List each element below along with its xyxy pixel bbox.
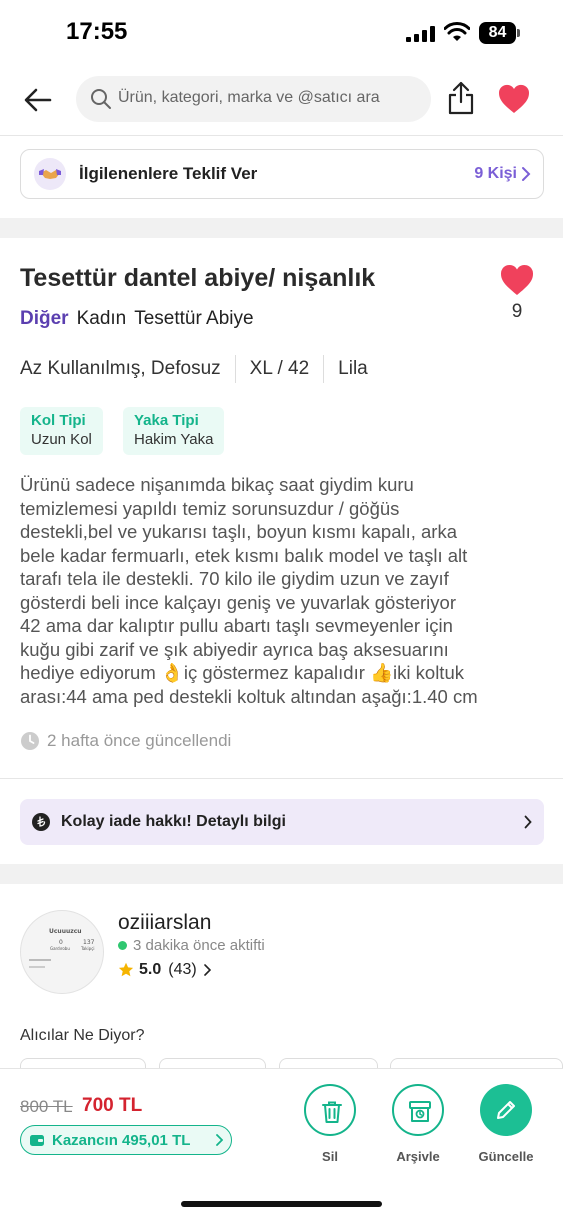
- offer-label: İlgilenenlere Teklif Ver: [79, 164, 258, 183]
- bottom-action-bar: 800 TL 700 TL Kazancın 495,01 TL Sil Arş…: [0, 1068, 563, 1219]
- rating-score: 5.0: [139, 961, 162, 978]
- battery-icon: 84: [479, 22, 521, 44]
- pencil-icon: [497, 1101, 515, 1119]
- section-separator: [0, 864, 563, 884]
- delete-button[interactable]: Sil: [294, 1084, 366, 1164]
- seller-activity: 3 dakika önce aktifti: [118, 936, 265, 954]
- share-icon[interactable]: [446, 80, 476, 116]
- star-icon: [118, 962, 134, 977]
- seller-avatar[interactable]: Ucuuuzcu 0 137 Gardırobu Takipçi: [20, 910, 104, 994]
- buyers-section-title: Alıcılar Ne Diyor?: [20, 1027, 145, 1044]
- search-placeholder: Ürün, kategori, marka ve @satıcı ara: [118, 89, 380, 106]
- home-indicator: [181, 1201, 382, 1207]
- search-input[interactable]: Ürün, kategori, marka ve @satıcı ara: [76, 76, 431, 122]
- return-label: Kolay iade hakkı! Detaylı bilgi: [61, 813, 286, 830]
- category-link[interactable]: Kadın: [77, 308, 127, 329]
- cellular-signal-icon: [406, 26, 435, 42]
- archive-label: Arşivle: [396, 1149, 440, 1164]
- offer-count: 9 Kişi: [474, 165, 517, 182]
- heart-icon[interactable]: [498, 84, 530, 114]
- current-price: 700 TL: [82, 1095, 143, 1116]
- category-breadcrumb: Diğer Kadın Tesettür Abiye: [20, 308, 254, 330]
- product-title: Tesettür dantel abiye/ nişanlık: [20, 264, 376, 292]
- divider: [0, 778, 563, 779]
- category-link[interactable]: Tesettür Abiye: [134, 308, 253, 329]
- section-separator: [0, 218, 563, 238]
- old-price: 800 TL: [20, 1097, 73, 1116]
- sleeve-type-tag: Kol Tipi Uzun Kol: [20, 407, 103, 455]
- chevron-right-icon: [203, 964, 211, 976]
- online-dot-icon: [118, 940, 127, 950]
- make-offer-banner[interactable]: İlgilenenlere Teklif Ver 9 Kişi: [20, 149, 544, 199]
- archive-button[interactable]: Arşivle: [382, 1084, 454, 1164]
- chevron-right-icon: [216, 1134, 223, 1146]
- seller-rating[interactable]: 5.0 (43): [118, 960, 211, 980]
- condition-label: Az Kullanılmış, Defosuz: [20, 358, 221, 379]
- easy-return-banner[interactable]: Kolay iade hakkı! Detaylı bilgi: [20, 799, 544, 845]
- battery-level: 84: [479, 22, 516, 44]
- status-bar: 17:55 84: [0, 0, 563, 66]
- product-attributes: Az Kullanılmış, Defosuz XL / 42 Lila: [20, 354, 368, 384]
- favorite-heart-icon[interactable]: [500, 264, 534, 296]
- earnings-button[interactable]: Kazancın 495,01 TL: [20, 1125, 232, 1155]
- update-label: Güncelle: [478, 1149, 534, 1164]
- earnings-label: Kazancın 495,01 TL: [52, 1132, 191, 1149]
- search-icon: [91, 89, 111, 109]
- size-label: XL / 42: [249, 358, 310, 379]
- status-time: 17:55: [66, 18, 128, 45]
- archive-icon: [409, 1101, 431, 1122]
- wifi-icon: [444, 22, 470, 41]
- update-button[interactable]: Güncelle: [470, 1084, 542, 1164]
- product-description: Ürünü sadece nişanımda bikaç saat giydim…: [20, 474, 478, 707]
- chevron-right-icon: [524, 815, 532, 829]
- top-bar: Ürün, kategori, marka ve @satıcı ara: [0, 66, 563, 136]
- collar-type-tag: Yaka Tipi Hakim Yaka: [123, 407, 225, 455]
- category-link[interactable]: Diğer: [20, 308, 69, 329]
- color-label: Lila: [338, 358, 368, 379]
- favorite-count: 9: [511, 301, 523, 322]
- handshake-icon: [34, 158, 66, 190]
- last-updated: 2 hafta önce güncellendi: [20, 730, 231, 752]
- trash-icon: [322, 1101, 342, 1123]
- lira-coin-icon: [32, 813, 50, 831]
- clock-icon: [21, 732, 39, 750]
- chevron-right-icon: [522, 167, 531, 181]
- wallet-icon: [30, 1135, 44, 1146]
- delete-label: Sil: [322, 1149, 338, 1164]
- rating-count: (43): [168, 961, 197, 978]
- seller-name[interactable]: oziiiarslan: [118, 911, 211, 935]
- back-arrow-icon[interactable]: [22, 84, 54, 116]
